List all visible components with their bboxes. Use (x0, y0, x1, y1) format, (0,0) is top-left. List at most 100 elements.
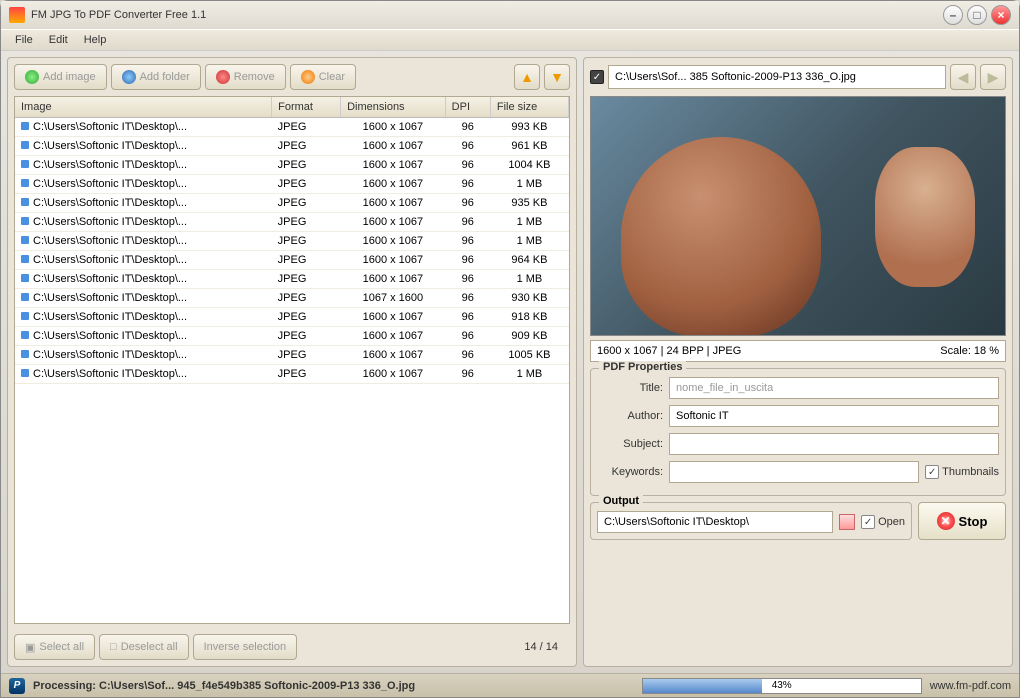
menu-file[interactable]: File (7, 32, 41, 48)
table-row[interactable]: C:\Users\Softonic IT\Desktop\...JPEG1600… (15, 118, 569, 137)
preview-image (590, 96, 1006, 336)
table-row[interactable]: C:\Users\Softonic IT\Desktop\...JPEG1600… (15, 251, 569, 270)
table-row[interactable]: C:\Users\Softonic IT\Desktop\...JPEG1600… (15, 194, 569, 213)
remove-button[interactable]: Remove (205, 64, 286, 90)
table-row[interactable]: C:\Users\Softonic IT\Desktop\...JPEG1600… (15, 270, 569, 289)
col-dpi[interactable]: DPI (445, 97, 490, 118)
prev-image-button[interactable]: ◀ (950, 64, 976, 90)
row-checkbox-icon[interactable] (21, 312, 29, 320)
file-table-wrap[interactable]: Image Format Dimensions DPI File size C:… (14, 96, 570, 624)
table-row[interactable]: C:\Users\Softonic IT\Desktop\...JPEG1600… (15, 365, 569, 384)
col-dimensions[interactable]: Dimensions (341, 97, 446, 118)
move-up-button[interactable]: ▲ (514, 64, 540, 90)
deselect-all-button[interactable]: □ Deselect all (99, 634, 189, 660)
remove-label: Remove (234, 71, 275, 83)
progress-bar: 43% (642, 678, 922, 694)
deselect-all-icon: □ (110, 641, 117, 653)
keywords-label: Keywords: (597, 466, 663, 478)
row-checkbox-icon[interactable] (21, 160, 29, 168)
select-all-button[interactable]: ▣ Select all (14, 634, 95, 660)
row-checkbox-icon[interactable] (21, 293, 29, 301)
pdf-icon (839, 514, 855, 530)
subject-field[interactable] (669, 433, 999, 455)
table-row[interactable]: C:\Users\Softonic IT\Desktop\...JPEG1600… (15, 156, 569, 175)
content-area: Add image Add folder Remove Clear ▲ ▼ (1, 51, 1019, 673)
close-button[interactable]: × (991, 5, 1011, 25)
app-window: FM JPG To PDF Converter Free 1.1 – □ × F… (0, 0, 1020, 698)
arrow-down-icon: ▼ (550, 69, 564, 85)
menu-help[interactable]: Help (76, 32, 115, 48)
table-row[interactable]: C:\Users\Softonic IT\Desktop\...JPEG1600… (15, 308, 569, 327)
minimize-button[interactable]: – (943, 5, 963, 25)
add-folder-button[interactable]: Add folder (111, 64, 201, 90)
next-image-button[interactable]: ▶ (980, 64, 1006, 90)
table-row[interactable]: C:\Users\Softonic IT\Desktop\...JPEG1600… (15, 175, 569, 194)
menu-edit[interactable]: Edit (41, 32, 76, 48)
row-checkbox-icon[interactable] (21, 179, 29, 187)
selection-bar: ▣ Select all □ Deselect all Inverse sele… (8, 628, 576, 666)
table-row[interactable]: C:\Users\Softonic IT\Desktop\...JPEG1600… (15, 327, 569, 346)
minus-icon (216, 70, 230, 84)
row-checkbox-icon[interactable] (21, 198, 29, 206)
row-checkbox-icon[interactable] (21, 274, 29, 282)
preview-info: 1600 x 1067 | 24 BPP | JPEG Scale: 18 % (590, 340, 1006, 362)
pdf-properties-group: PDF Properties Title: Author: Subject: K… (590, 368, 1006, 496)
add-image-button[interactable]: Add image (14, 64, 107, 90)
table-row[interactable]: C:\Users\Softonic IT\Desktop\...JPEG1600… (15, 213, 569, 232)
author-field[interactable] (669, 405, 999, 427)
select-all-icon: ▣ (25, 641, 35, 654)
output-path-field[interactable] (597, 511, 833, 533)
title-label: Title: (597, 382, 663, 394)
table-row[interactable]: C:\Users\Softonic IT\Desktop\...JPEG1600… (15, 232, 569, 251)
subject-label: Subject: (597, 438, 663, 450)
col-format[interactable]: Format (272, 97, 341, 118)
table-row[interactable]: C:\Users\Softonic IT\Desktop\...JPEG1600… (15, 346, 569, 365)
thumbnails-label: Thumbnails (942, 466, 999, 478)
select-all-label: Select all (39, 641, 84, 653)
preview-info-left: 1600 x 1067 | 24 BPP | JPEG (597, 345, 741, 357)
row-checkbox-icon[interactable] (21, 236, 29, 244)
arrow-right-icon: ▶ (988, 69, 999, 86)
processing-label: Processing: C:\Users\Sof... 945_f4e549b3… (33, 680, 415, 692)
folder-icon (122, 70, 136, 84)
move-down-button[interactable]: ▼ (544, 64, 570, 90)
open-label: Open (878, 516, 905, 528)
preview-pane: ✓ C:\Users\Sof... 385 Softonic-2009-P13 … (583, 57, 1013, 667)
open-checkbox[interactable]: ✓ Open (861, 515, 905, 529)
include-checkbox[interactable]: ✓ (590, 70, 604, 84)
website-link[interactable]: www.fm-pdf.com (930, 680, 1011, 692)
author-label: Author: (597, 410, 663, 422)
col-filesize[interactable]: File size (490, 97, 568, 118)
window-title: FM JPG To PDF Converter Free 1.1 (31, 9, 939, 21)
inverse-selection-button[interactable]: Inverse selection (193, 634, 298, 660)
col-image[interactable]: Image (15, 97, 272, 118)
row-checkbox-icon[interactable] (21, 369, 29, 377)
row-checkbox-icon[interactable] (21, 217, 29, 225)
add-folder-label: Add folder (140, 71, 190, 83)
keywords-field[interactable] (669, 461, 919, 483)
row-checkbox-icon[interactable] (21, 255, 29, 263)
table-row[interactable]: C:\Users\Softonic IT\Desktop\...JPEG1067… (15, 289, 569, 308)
checkbox-icon: ✓ (861, 515, 875, 529)
row-checkbox-icon[interactable] (21, 122, 29, 130)
row-checkbox-icon[interactable] (21, 141, 29, 149)
paypal-icon[interactable]: P (9, 678, 25, 694)
preview-scale: Scale: 18 % (940, 345, 999, 357)
clear-icon (301, 70, 315, 84)
thumbnails-checkbox[interactable]: ✓ Thumbnails (925, 465, 999, 479)
title-field[interactable] (669, 377, 999, 399)
stop-button[interactable]: ✕ Stop (918, 502, 1006, 540)
maximize-button[interactable]: □ (967, 5, 987, 25)
stop-icon: ✕ (937, 512, 955, 530)
row-checkbox-icon[interactable] (21, 350, 29, 358)
row-checkbox-icon[interactable] (21, 331, 29, 339)
table-row[interactable]: C:\Users\Softonic IT\Desktop\...JPEG1600… (15, 137, 569, 156)
preview-header: ✓ C:\Users\Sof... 385 Softonic-2009-P13 … (584, 58, 1012, 96)
arrow-left-icon: ◀ (958, 69, 969, 86)
checkbox-icon: ✓ (925, 465, 939, 479)
clear-button[interactable]: Clear (290, 64, 356, 90)
arrow-up-icon: ▲ (520, 69, 534, 85)
menubar: File Edit Help (1, 29, 1019, 51)
app-icon (9, 7, 25, 23)
titlebar: FM JPG To PDF Converter Free 1.1 – □ × (1, 1, 1019, 29)
